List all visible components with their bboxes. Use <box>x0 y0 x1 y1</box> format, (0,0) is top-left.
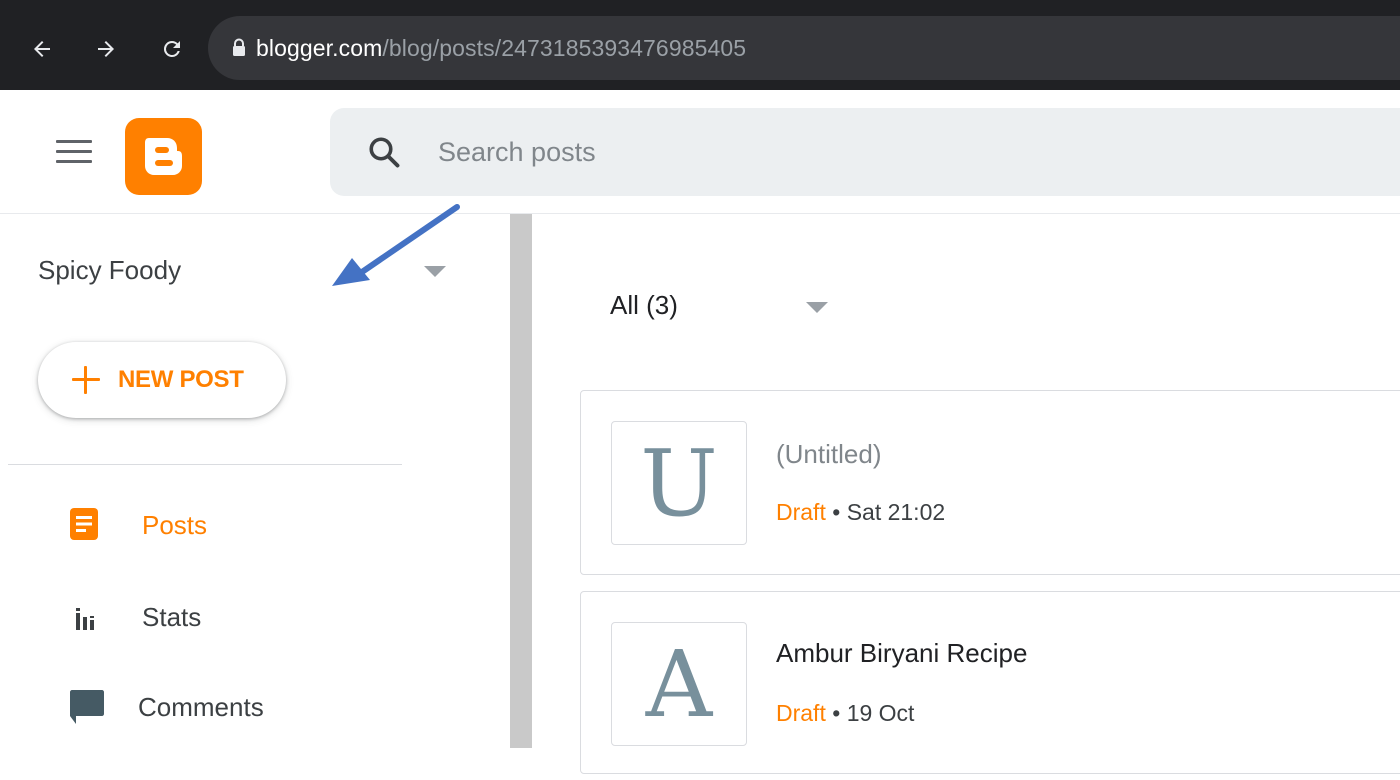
post-title[interactable]: Ambur Biryani Recipe <box>776 638 1027 669</box>
search-input[interactable] <box>420 128 1320 176</box>
post-title[interactable]: (Untitled) <box>776 439 881 470</box>
comments-icon <box>70 690 104 724</box>
post-thumbnail: U <box>611 421 747 545</box>
status-badge: Draft <box>776 499 826 525</box>
url-text[interactable]: blogger.com/blog/posts/24731853934769854… <box>256 32 746 64</box>
forward-icon[interactable] <box>86 26 126 72</box>
annotation-arrow <box>332 204 460 286</box>
search-icon[interactable] <box>366 134 402 170</box>
sidebar-item-posts[interactable]: Posts <box>0 496 500 556</box>
url-path: /blog/posts/2473185393476985405 <box>382 35 747 61</box>
back-icon[interactable] <box>22 26 62 72</box>
menu-icon[interactable] <box>56 140 92 166</box>
sidebar-item-label: Comments <box>138 692 264 722</box>
reload-icon[interactable] <box>152 26 192 72</box>
post-thumbnail: A <box>611 622 747 746</box>
sidebar-item-label: Posts <box>142 510 208 540</box>
status-badge: Draft <box>776 700 826 726</box>
plus-icon <box>72 366 100 394</box>
post-card[interactable]: U (Untitled) Draft • Sat 21:02 <box>580 390 1400 575</box>
sidebar-item-stats[interactable]: Stats <box>0 588 500 648</box>
blog-selector[interactable]: Spicy Foody <box>38 255 181 286</box>
sidebar-item-label: Stats <box>142 602 202 632</box>
meta-separator: • <box>832 700 841 726</box>
meta-separator: • <box>832 499 841 525</box>
post-date: Sat 21:02 <box>846 499 946 525</box>
url-host: blogger.com <box>256 35 383 61</box>
post-card[interactable]: A Ambur Biryani Recipe Draft • 19 Oct <box>580 591 1400 774</box>
new-post-button[interactable]: NEW POST <box>38 342 286 418</box>
new-post-label: NEW POST <box>118 366 244 393</box>
sidebar-item-comments[interactable]: Comments <box>0 678 500 738</box>
scrollbar-thumb[interactable] <box>510 214 532 748</box>
chevron-down-icon[interactable] <box>806 302 828 313</box>
posts-icon <box>70 508 98 540</box>
post-date: 19 Oct <box>846 700 915 726</box>
post-meta: Draft • 19 Oct <box>776 700 914 727</box>
post-meta: Draft • Sat 21:02 <box>776 499 945 526</box>
lock-icon <box>233 38 245 56</box>
stats-icon <box>76 608 94 630</box>
post-filter[interactable]: All (3) <box>610 290 678 321</box>
blogger-logo[interactable] <box>125 118 202 195</box>
sidebar-divider <box>8 464 402 465</box>
